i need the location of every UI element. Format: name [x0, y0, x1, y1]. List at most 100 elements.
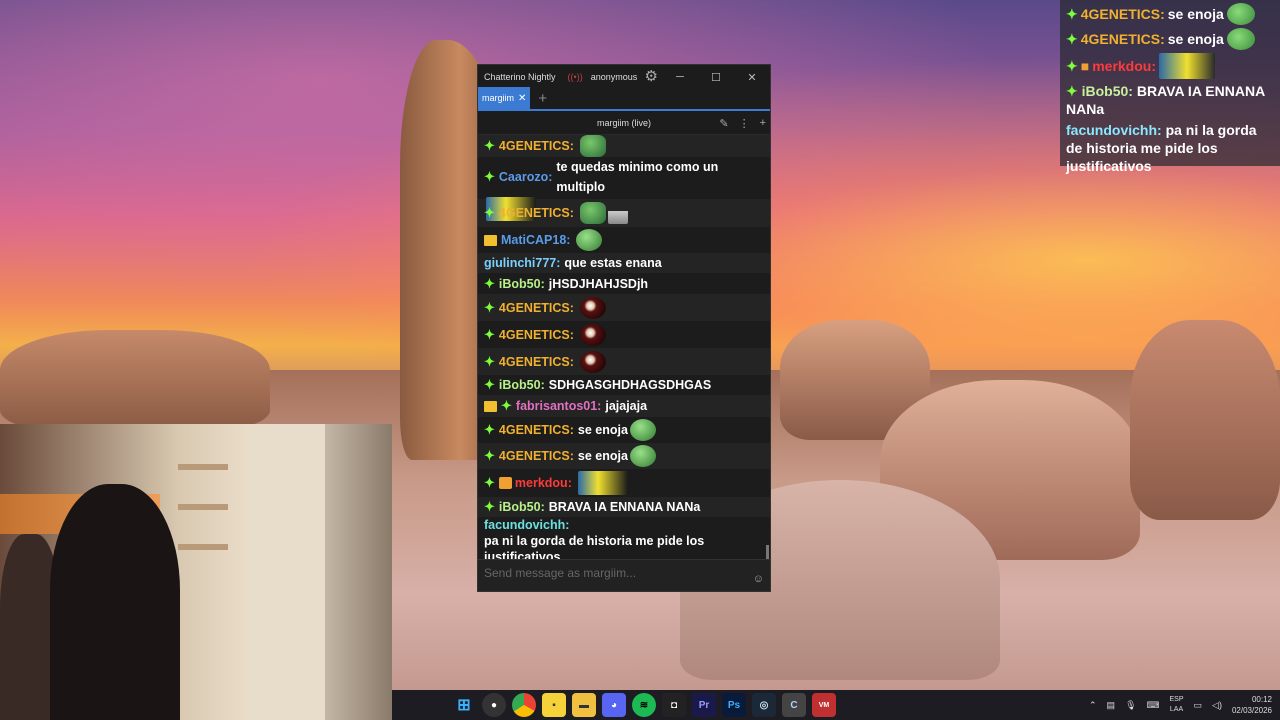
sub-badge-icon: ✦ — [484, 326, 495, 342]
account-switcher[interactable]: anonymous — [591, 72, 638, 82]
more-options-icon[interactable]: ⋮ — [739, 117, 750, 130]
pepe-emote-icon[interactable] — [629, 445, 656, 467]
microphone-icon[interactable]: 🎙 — [1125, 700, 1136, 711]
chat-message[interactable]: ✦ merkdou: — [478, 469, 770, 497]
streamer-mode-icon[interactable]: ((•)) — [568, 72, 583, 82]
maximize-button[interactable]: ☐ — [698, 71, 734, 84]
channel-title: margiim (live) — [597, 117, 651, 128]
pepe-emote-icon[interactable] — [579, 202, 606, 224]
tab-margiim[interactable]: margiim ✕ — [478, 87, 531, 109]
chat-username[interactable]: 4GENETICS: — [499, 449, 574, 463]
chat-username[interactable]: Caarozo: — [499, 167, 552, 187]
message-input-placeholder: Send message as margiim... — [484, 566, 637, 580]
chat-username[interactable]: 4GENETICS: — [499, 355, 574, 369]
chat-username[interactable]: 4GENETICS: — [499, 301, 574, 315]
taskbar-apps: ⊞ ● ▪ ▬ ◕ ≋ ◘ Pr Ps ◎ C VM — [452, 693, 836, 717]
chat-message[interactable]: ✦ iBob50: jHSDJHAHJSDjh — [478, 273, 770, 294]
overlay-username: 4GENETICS: — [1080, 31, 1165, 47]
small-figure-emote-icon[interactable] — [607, 202, 628, 224]
close-tab-icon[interactable]: ✕ — [518, 93, 526, 104]
chat-message[interactable]: ✦ 4GENETICS: — [478, 348, 770, 375]
shelf — [178, 544, 228, 550]
chatterino-icon[interactable]: C — [782, 693, 806, 717]
add-split-icon[interactable]: + — [760, 117, 766, 129]
spotify-icon[interactable]: ≋ — [632, 693, 656, 717]
emote-picker-icon[interactable]: ☺ — [753, 573, 764, 585]
pepe-emote-icon[interactable] — [629, 419, 656, 441]
split-tools: ✎ ⋮ + — [719, 111, 766, 135]
chat-message[interactable]: ✦ 4GENETICS: — [478, 294, 770, 321]
title-bar[interactable]: Chatterino Nightly ((•)) anonymous ⚙ ─ ☐… — [478, 65, 770, 89]
chat-username[interactable]: merkdou: — [515, 476, 572, 490]
chat-message[interactable]: ✦ iBob50: SDHGASGHDHAGSDHGAS — [478, 375, 770, 395]
steam-icon[interactable]: ◎ — [752, 693, 776, 717]
box-badge-icon — [498, 477, 512, 489]
chat-username[interactable]: MatiCAP18: — [501, 233, 570, 247]
sticky-notes-icon[interactable]: ▪ — [542, 693, 566, 717]
pepe-emote-icon — [1226, 28, 1255, 50]
crown-badge-icon — [484, 234, 497, 246]
chat-scrollbar[interactable] — [766, 545, 769, 559]
chat-username[interactable]: 4GENETICS: — [499, 139, 574, 153]
chat-message[interactable]: ✦ iBob50: BRAVA IA ENNANA NANa — [478, 497, 770, 517]
chat-message[interactable]: ✦ fabrisantos01: jajajaja — [478, 395, 770, 417]
overlay-username: merkdou: — [1092, 58, 1156, 74]
chat-username[interactable]: iBob50: — [499, 277, 545, 291]
chat-username[interactable]: fabrisantos01: — [516, 399, 601, 413]
windows-start-icon[interactable]: ⊞ — [452, 693, 476, 717]
chat-message[interactable]: MatiCAP18: — [478, 227, 770, 253]
sub-badge-icon: ✦ — [1066, 83, 1078, 99]
pepe-emote-icon[interactable] — [576, 229, 603, 251]
chat-username[interactable]: iBob50: — [499, 378, 545, 392]
overlay-username: 4GENETICS: — [1080, 6, 1165, 22]
volume-icon[interactable]: ◁) — [1212, 700, 1222, 711]
chat-message-text: pa ni la gorda de historia me pide los j… — [484, 534, 705, 561]
ball-emote-icon[interactable] — [579, 350, 606, 373]
minimize-button[interactable]: ─ — [662, 71, 698, 83]
sub-badge-icon: ✦ — [1066, 6, 1078, 22]
chrome-icon[interactable] — [512, 693, 536, 717]
language-indicator[interactable]: ESP LAA — [1170, 695, 1184, 715]
discord-icon[interactable]: ◕ — [602, 693, 626, 717]
ball-emote-icon[interactable] — [579, 296, 606, 319]
premiere-icon[interactable]: Pr — [692, 693, 716, 717]
file-explorer-icon[interactable]: ▬ — [572, 693, 596, 717]
network-icon[interactable]: ▭ — [1194, 700, 1203, 711]
chat-message[interactable]: ✦ 4GENETICS: se enoja — [478, 417, 770, 443]
close-button[interactable]: ✕ — [734, 71, 770, 84]
chat-message[interactable]: giulinchi777: que estas enana — [478, 253, 770, 273]
chat-username[interactable]: iBob50: — [499, 500, 545, 514]
pepe-emote-icon[interactable] — [579, 135, 606, 157]
chat-message[interactable]: ✦ 4GENETICS: se enoja — [478, 443, 770, 469]
wide-emote-icon[interactable] — [577, 471, 628, 495]
gear-icon[interactable]: ⚙ — [643, 69, 659, 85]
sub-badge-icon: ✦ — [484, 275, 495, 291]
chat-username[interactable]: facundovichh: — [484, 517, 569, 533]
box-badge-icon: ■ — [1080, 58, 1090, 74]
photoshop-icon[interactable]: Ps — [722, 693, 746, 717]
ball-emote-icon[interactable] — [579, 323, 606, 346]
chat-username[interactable]: 4GENETICS: — [499, 206, 574, 220]
split-header[interactable]: margiim (live) ✎ ⋮ + — [478, 111, 770, 135]
overlay-message-text: se enoja — [1167, 6, 1224, 22]
voicemeeter-icon[interactable]: VM — [812, 693, 836, 717]
moderation-icon[interactable]: ✎ — [719, 117, 728, 130]
app-tray-icon[interactable]: ▤ — [1107, 700, 1116, 711]
chevron-up-icon[interactable]: ⌃ — [1089, 700, 1097, 711]
chat-username[interactable]: 4GENETICS: — [499, 328, 574, 342]
obs-icon[interactable]: ● — [482, 693, 506, 717]
chat-message-list[interactable]: ✦ 4GENETICS: ✦ Caarozo: te quedas minimo… — [478, 135, 770, 561]
chat-username[interactable]: 4GENETICS: — [499, 423, 574, 437]
capture-icon[interactable]: ◘ — [662, 693, 686, 717]
chat-username[interactable]: giulinchi777: — [484, 256, 560, 270]
clock[interactable]: 00:12 02/03/2026 — [1232, 694, 1272, 716]
add-tab-button[interactable]: + — [538, 89, 547, 109]
message-input[interactable]: Send message as margiim... ☺ — [478, 559, 770, 591]
chat-message[interactable]: facundovichh: pa ni la gorda de historia… — [478, 517, 770, 561]
chat-message[interactable]: ✦ Caarozo: te quedas minimo como un mult… — [478, 157, 770, 221]
chat-message[interactable]: ✦ 4GENETICS: — [478, 135, 770, 157]
overlay-chat-line: facundovichh: pa ni la gorda de historia… — [1066, 121, 1274, 175]
chat-message[interactable]: ✦ 4GENETICS: — [478, 321, 770, 348]
language-code: ESP — [1169, 696, 1184, 703]
keyboard-icon[interactable]: ⌨ — [1147, 700, 1160, 711]
